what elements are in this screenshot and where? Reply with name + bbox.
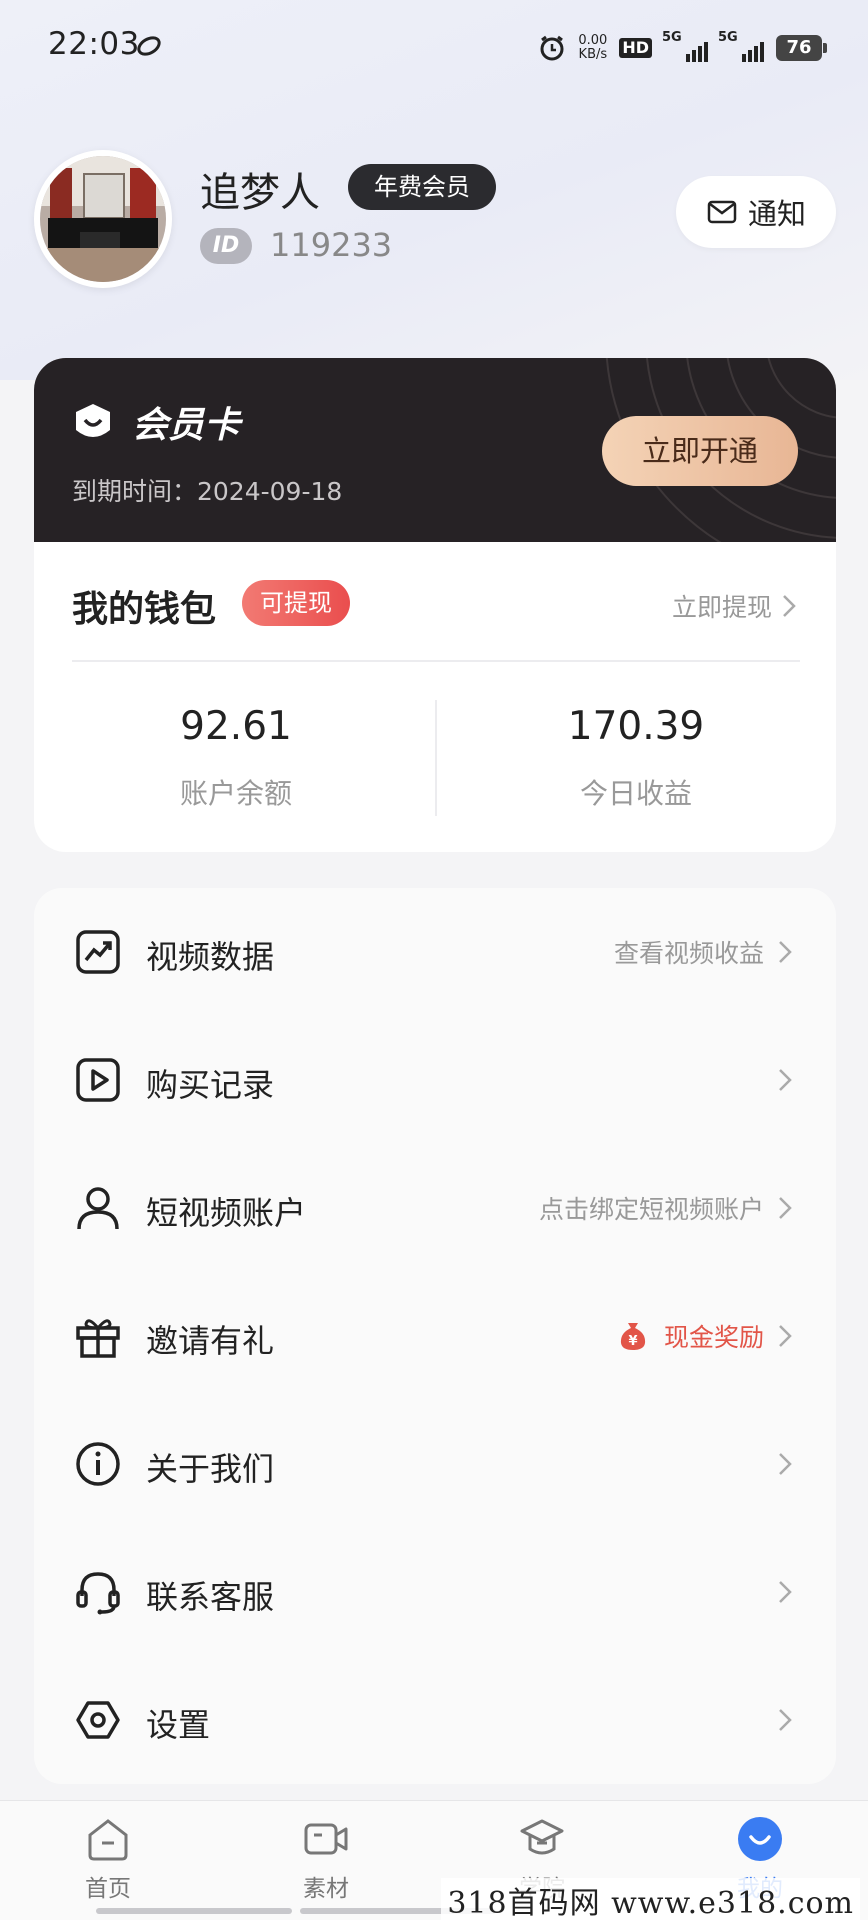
trend-chart-icon [76,930,120,974]
chevron-right-icon [779,1325,792,1347]
network-speed: 0.00 KB/s [578,34,607,62]
menu-item-about-us[interactable]: 关于我们 [34,1400,836,1528]
status-bar: 22:03 0.00 KB/s HD 5G 5G 76 [0,0,868,90]
network-speed-unit: KB/s [578,47,608,62]
menu-item-purchase-records[interactable]: 购买记录 [34,1016,836,1144]
tab-label: 素材 [303,1876,349,1902]
crown-shield-icon [76,404,110,437]
menu-item-label: 邀请有礼 [146,1322,275,1360]
menu-item-label: 视频数据 [146,938,275,976]
member-badge: 年费会员 [348,164,496,210]
member-expiry: 到期时间：2024-09-18 [72,477,343,506]
signal-label: 5G [662,30,682,45]
chevron-right-icon [783,595,796,617]
graduation-cap-icon [520,1819,564,1855]
tab-home[interactable]: 首页 [48,1815,168,1915]
menu-item-hint [778,1060,792,1100]
menu-item-hint [778,1572,792,1612]
member-wallet-card: 会员卡 到期时间：2024-09-18 立即开通 我的钱包 可提现 立即提现 9… [34,358,836,852]
video-camera-icon [304,1823,348,1855]
account-balance-label: 账户余额 [179,777,292,810]
member-card: 会员卡 到期时间：2024-09-18 立即开通 [34,358,836,542]
tab-label: 首页 [85,1876,131,1902]
menu-item-short-video-account[interactable]: 短视频账户 点击绑定短视频账户 [34,1144,836,1272]
menu-item-label: 短视频账户 [146,1194,307,1232]
menu-item-hint: 查看视频收益 [614,932,792,972]
wallet-title: 我的钱包 [72,589,217,630]
status-time: 22:03 [48,26,140,62]
menu-list: 视频数据 查看视频收益 购买记录 短视频账户 点击绑定短视频账户 邀请有礼 ¥ … [34,888,836,1784]
account-balance-value[interactable]: 92.61 [86,704,386,749]
chevron-right-icon [779,941,792,963]
signal-5g-icon-2: 5G [718,30,764,62]
app-notification-icon [137,36,161,56]
hexagon-settings-icon [76,1701,120,1739]
mail-icon [707,200,737,224]
open-membership-button[interactable]: 立即开通 [602,416,798,486]
notification-label: 通知 [747,197,806,231]
menu-item-hint: 点击绑定短视频账户 [539,1188,792,1228]
divider [72,660,800,662]
tab-materials[interactable]: 素材 [266,1815,386,1915]
signal-5g-icon: 5G [662,30,708,62]
menu-item-video-data[interactable]: 视频数据 查看视频收益 [34,888,836,1016]
chevron-right-icon [779,1709,792,1731]
notification-button[interactable]: 通知 [676,176,836,248]
alarm-icon [540,35,564,61]
chevron-right-icon [779,1581,792,1603]
menu-item-settings[interactable]: 设置 [34,1656,836,1784]
hd-voice-icon: HD [619,38,652,58]
withdraw-now-link[interactable]: 立即提现 [672,588,796,624]
menu-item-contact-support[interactable]: 联系客服 [34,1528,836,1656]
avatar[interactable] [34,150,172,288]
chevron-right-icon [779,1069,792,1091]
menu-item-label: 联系客服 [146,1578,275,1616]
play-box-icon [76,1058,120,1102]
battery-icon: 76 [776,35,827,61]
user-name: 追梦人 [200,170,320,216]
watermark: 318首码网 www.e318.com [441,1878,860,1920]
chevron-right-icon [779,1197,792,1219]
divider-vertical [435,700,437,816]
menu-item-label: 设置 [146,1706,211,1744]
chevron-right-icon [779,1453,792,1475]
info-icon [76,1442,120,1486]
id-badge: ID [200,228,252,264]
menu-item-hint-text: 查看视频收益 [613,939,764,968]
profile-smile-icon [738,1817,782,1861]
home-icon [88,1819,128,1861]
user-id: 119233 [270,226,393,264]
withdrawable-badge: 可提现 [242,580,350,626]
menu-item-invite-gift[interactable]: 邀请有礼 ¥ 现金奖励 [34,1272,836,1400]
signal-label-2: 5G [718,30,738,45]
avatar-photo [40,156,166,282]
status-icons: 0.00 KB/s HD 5G 5G 76 [538,28,827,68]
gift-icon [76,1319,120,1358]
headset-icon [76,1572,120,1615]
menu-item-hint: ¥ 现金奖励 [616,1316,792,1356]
withdraw-now-label: 立即提现 [671,593,772,622]
menu-item-hint-text: 现金奖励 [663,1323,764,1352]
menu-item-label: 购买记录 [146,1066,275,1104]
user-icon [77,1187,119,1230]
today-earnings-label: 今日收益 [579,777,692,810]
svg-text:¥: ¥ [628,1334,637,1349]
member-card-title: 会员卡 [132,405,241,446]
menu-item-hint [778,1444,792,1484]
money-bag-icon: ¥ [620,1323,646,1350]
today-earnings-value[interactable]: 170.39 [486,704,786,749]
home-indicator [96,1908,292,1914]
menu-item-hint-text: 点击绑定短视频账户 [538,1195,764,1224]
network-speed-value: 0.00 [578,33,608,48]
menu-item-label: 关于我们 [146,1450,275,1488]
menu-item-hint [778,1700,792,1740]
